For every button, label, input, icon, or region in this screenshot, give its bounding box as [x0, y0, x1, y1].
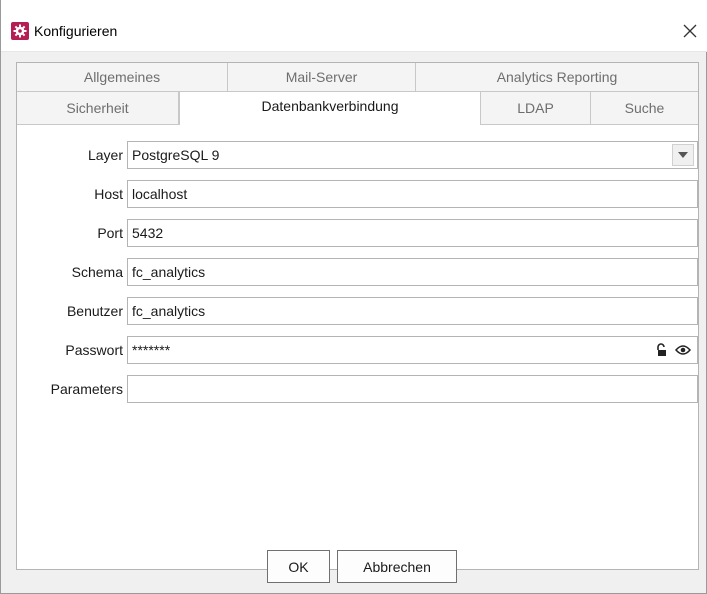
schema-input[interactable]: [127, 258, 698, 286]
password-row: Passwort: [17, 336, 123, 364]
password-value: *******: [132, 342, 171, 358]
ok-button[interactable]: OK: [267, 550, 330, 583]
dropdown-button[interactable]: [672, 144, 694, 166]
title-bar: Konfigurieren: [1, 0, 707, 52]
tab-mail-server[interactable]: Mail-Server: [228, 63, 416, 92]
tab-label: Suche: [624, 100, 665, 116]
tab-datenbankverbindung[interactable]: Datenbankverbindung: [179, 92, 481, 125]
layer-row: Layer: [17, 141, 123, 169]
parameters-label: Parameters: [50, 381, 123, 397]
user-label: Benutzer: [66, 303, 123, 319]
parameters-input[interactable]: [127, 375, 698, 403]
close-icon: [683, 24, 697, 38]
eye-icon[interactable]: [675, 344, 691, 356]
layer-select[interactable]: PostgreSQL 9: [127, 141, 698, 169]
tab-label: Sicherheit: [66, 100, 129, 116]
port-input[interactable]: [127, 219, 698, 247]
tab-label: Mail-Server: [285, 69, 358, 85]
tab-suche[interactable]: Suche: [591, 92, 698, 125]
schema-row: Schema: [17, 258, 123, 286]
password-label: Passwort: [65, 342, 123, 358]
window-title: Konfigurieren: [34, 23, 118, 39]
tab-label: Allgemeines: [83, 69, 161, 85]
tab-ldap[interactable]: LDAP: [481, 92, 591, 125]
tab-label: Analytics Reporting: [496, 69, 618, 85]
cancel-button[interactable]: Abbrechen: [337, 550, 457, 583]
layer-label: Layer: [87, 147, 123, 163]
host-label: Host: [94, 186, 123, 202]
schema-label: Schema: [71, 264, 123, 280]
host-row: Host: [17, 180, 123, 208]
user-input[interactable]: [127, 297, 698, 325]
configure-dialog: Konfigurieren Allgemeines Mail-Server An…: [0, 0, 707, 594]
tab-panel: Allgemeines Mail-Server Analytics Report…: [16, 62, 699, 570]
password-field[interactable]: *******: [127, 336, 698, 364]
parameters-row: Parameters: [17, 375, 123, 403]
tab-label: Datenbankverbindung: [261, 98, 399, 114]
user-row: Benutzer: [17, 297, 123, 325]
port-row: Port: [17, 219, 123, 247]
layer-value: PostgreSQL 9: [132, 147, 220, 163]
gear-icon: [11, 22, 29, 40]
port-label: Port: [97, 225, 123, 241]
chevron-down-icon: [678, 152, 688, 158]
host-input[interactable]: [127, 180, 698, 208]
tab-sicherheit[interactable]: Sicherheit: [17, 92, 179, 125]
close-button[interactable]: [675, 16, 705, 46]
tab-label: LDAP: [517, 100, 554, 116]
tab-allgemeines[interactable]: Allgemeines: [17, 63, 228, 92]
unlock-icon[interactable]: [655, 343, 667, 357]
tab-analytics-reporting[interactable]: Analytics Reporting: [416, 63, 698, 92]
